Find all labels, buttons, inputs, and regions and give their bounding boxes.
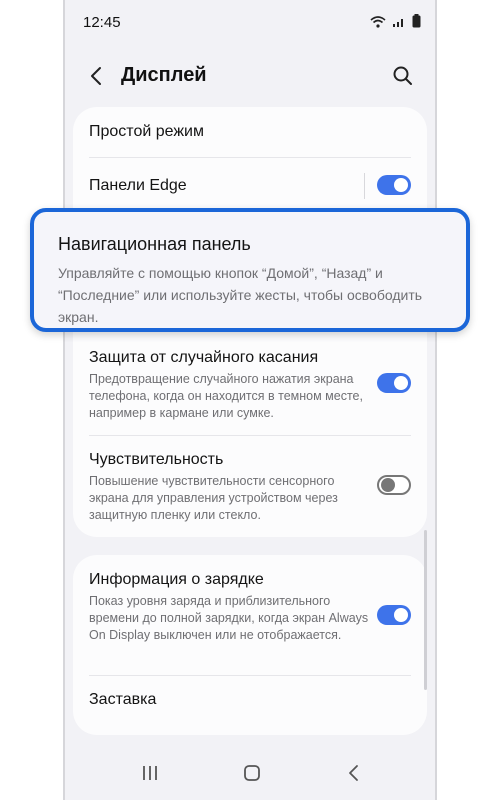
toggle-knob [394, 376, 408, 390]
setting-description: Повышение чувствительности сенсорного эк… [89, 474, 338, 522]
setting-touch-sensitivity[interactable]: Чувствительность Повышение чувствительно… [89, 451, 411, 524]
setting-title: Информация о зарядке [89, 571, 264, 588]
toggle-knob [394, 608, 408, 622]
scrollbar[interactable] [424, 530, 427, 690]
divider [89, 157, 411, 158]
setting-charging-info[interactable]: Информация о зарядке Показ уровня заряда… [89, 571, 411, 644]
settings-card-charging: Информация о зарядке Показ уровня заряда… [73, 555, 427, 735]
header: Дисплей [65, 52, 435, 102]
edge-panels-toggle[interactable] [377, 175, 411, 195]
setting-title: Панели Edge [89, 177, 187, 194]
recents-button[interactable] [139, 762, 161, 784]
touch-sensitivity-toggle[interactable] [377, 475, 411, 495]
charging-info-toggle[interactable] [377, 605, 411, 625]
divider [89, 675, 411, 676]
status-icons [370, 14, 421, 33]
status-bar: 12:45 [65, 0, 435, 46]
toggle-knob [394, 178, 408, 192]
wifi-icon [370, 15, 386, 33]
battery-icon [412, 14, 421, 33]
vertical-separator [364, 173, 365, 199]
recents-icon [143, 766, 157, 780]
setting-title: Защита от случайного касания [89, 349, 319, 366]
setting-title: Чувствительность [89, 451, 224, 468]
setting-title: Навигационная панель [58, 234, 251, 254]
page-title: Дисплей [121, 64, 207, 86]
setting-easy-mode[interactable]: Простой режим [89, 123, 411, 141]
home-icon [244, 765, 260, 781]
back-button[interactable] [85, 64, 109, 88]
navigation-bar-setting-highlight[interactable]: Навигационная панель Управляйте с помощь… [30, 208, 470, 332]
home-button[interactable] [241, 762, 263, 784]
setting-accidental-touch[interactable]: Защита от случайного касания Предотвраще… [89, 349, 411, 422]
search-button[interactable] [391, 64, 415, 88]
search-icon [393, 66, 412, 85]
setting-title: Заставка [89, 691, 157, 708]
signal-icon [392, 15, 406, 33]
back-nav-button[interactable] [343, 762, 365, 784]
back-arrow-icon [349, 765, 358, 781]
navigation-bar [65, 744, 435, 800]
setting-description: Управляйте с помощью кнопок “Домой”, “На… [58, 265, 423, 325]
setting-edge-panels[interactable]: Панели Edge [89, 177, 411, 195]
setting-description: Предотвращение случайного нажатия экрана… [89, 372, 363, 420]
status-time: 12:45 [83, 14, 121, 31]
accidental-touch-toggle[interactable] [377, 373, 411, 393]
setting-description: Показ уровня заряда и приблизительного в… [89, 594, 369, 642]
setting-screensaver[interactable]: Заставка [89, 691, 411, 709]
toggle-knob [381, 478, 395, 492]
chevron-left-icon [91, 67, 101, 85]
phone-screen: 12:45 Дисплей Простой режим Панели Edge … [63, 0, 437, 800]
divider [89, 435, 411, 436]
setting-title: Простой режим [89, 123, 204, 140]
